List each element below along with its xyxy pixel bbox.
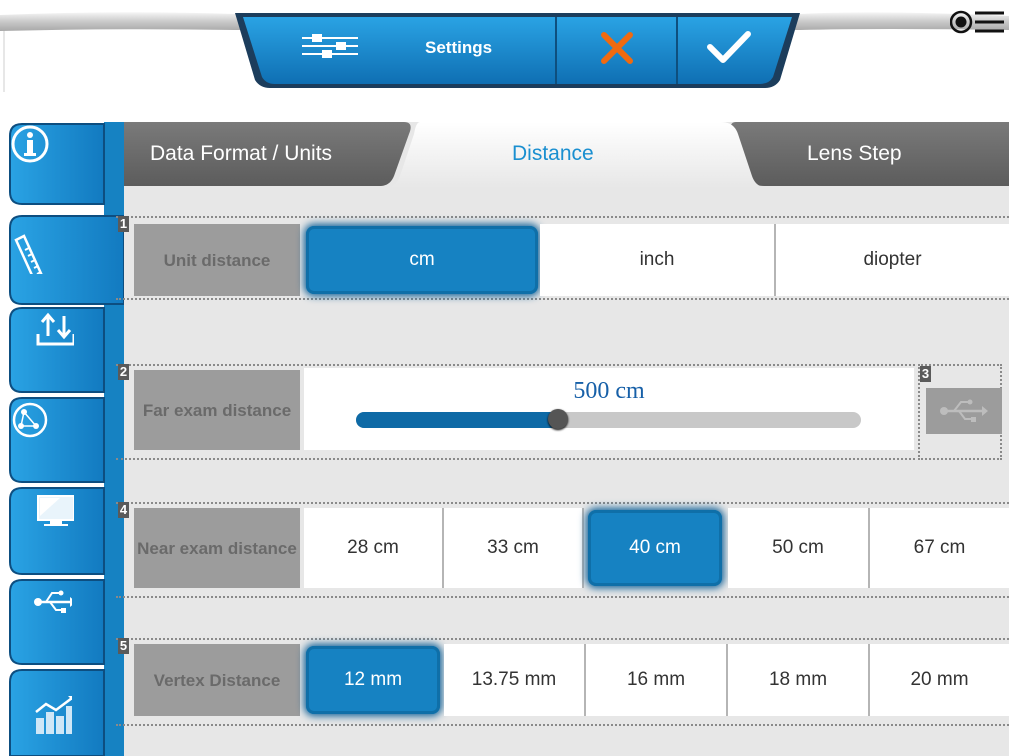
unit-distance-label: Unit distance (134, 224, 300, 296)
unit-inch-option[interactable]: inch (540, 224, 776, 296)
near-33cm-option[interactable]: 33 cm (444, 508, 584, 588)
tab-lens-step[interactable]: Lens Step (807, 142, 902, 166)
statistics-icon (35, 696, 72, 734)
row-number: 2 (118, 364, 129, 380)
check-icon (707, 31, 751, 63)
near-exam-label: Near exam distance (134, 508, 300, 588)
monitor-icon (37, 495, 74, 526)
vertex-13-75mm-option[interactable]: 13.75 mm (444, 644, 586, 716)
slider-fill (356, 412, 558, 428)
sidenav-item-info[interactable] (10, 124, 104, 204)
menu-icon[interactable] (950, 8, 1006, 38)
sidenav-item-usb[interactable] (10, 582, 104, 662)
sliders-icon (302, 34, 358, 58)
row-number: 5 (118, 638, 129, 654)
vertex-20mm-option[interactable]: 20 mm (870, 644, 1009, 716)
sidenav-item-import-export[interactable] (10, 310, 104, 390)
near-40cm-option[interactable]: 40 cm (588, 510, 722, 586)
network-icon (12, 402, 48, 438)
sidenav-item-statistics[interactable] (10, 672, 104, 752)
slider-track[interactable] (356, 409, 861, 429)
vertex-12mm-option[interactable]: 12 mm (306, 646, 440, 714)
vertex-distance-row: 5 Vertex Distance 12 mm 13.75 mm 16 mm 1… (116, 638, 1009, 728)
vertex-distance-label: Vertex Distance (134, 644, 300, 716)
row-number: 1 (118, 216, 129, 232)
cancel-button[interactable] (557, 14, 677, 74)
near-67cm-option[interactable]: 67 cm (870, 508, 1009, 588)
sidenav-item-network[interactable] (10, 400, 104, 480)
settings-label: Settings (425, 38, 493, 57)
far-exam-row: 2 Far exam distance 500 cm 3 (116, 364, 1009, 460)
near-50cm-option[interactable]: 50 cm (728, 508, 870, 588)
far-exam-label: Far exam distance (134, 370, 300, 450)
tab-data-format-units[interactable]: Data Format / Units (150, 142, 332, 166)
near-exam-row: 4 Near exam distance 28 cm 33 cm 40 cm 5… (116, 502, 1009, 598)
close-icon (601, 32, 633, 64)
import-export-icon (36, 312, 74, 346)
sidenav-item-display[interactable] (10, 490, 104, 570)
tab-bar: Data Format / Units Distance Lens Step (124, 122, 1009, 188)
info-icon (11, 125, 49, 163)
usb-import-button[interactable]: 3 (918, 364, 1002, 460)
usb-button-face (926, 388, 1002, 434)
main-panel: Data Format / Units Distance Lens Step 1… (116, 122, 1009, 756)
ruler-icon (14, 234, 43, 274)
usb-icon (34, 590, 72, 613)
side-navigation (0, 122, 124, 756)
usb-icon (940, 399, 988, 422)
near-28cm-option[interactable]: 28 cm (304, 508, 444, 588)
unit-distance-row: 1 Unit distance cm inch diopter (116, 216, 1009, 300)
sidenav-item-distance[interactable] (10, 218, 104, 298)
slider-thumb[interactable] (548, 409, 568, 429)
settings-button[interactable]: Settings (262, 14, 556, 74)
far-exam-slider[interactable]: 500 cm (304, 368, 914, 450)
unit-diopter-option[interactable]: diopter (776, 224, 1009, 296)
row-number: 4 (118, 502, 129, 518)
vertex-18mm-option[interactable]: 18 mm (728, 644, 870, 716)
row-number: 3 (920, 366, 931, 382)
far-exam-value: 500 cm (573, 378, 645, 404)
unit-cm-option[interactable]: cm (306, 226, 538, 294)
tab-distance[interactable]: Distance (512, 142, 594, 166)
vertex-16mm-option[interactable]: 16 mm (586, 644, 728, 716)
top-toolbar: Settings (0, 0, 1009, 92)
confirm-button[interactable] (678, 14, 778, 74)
